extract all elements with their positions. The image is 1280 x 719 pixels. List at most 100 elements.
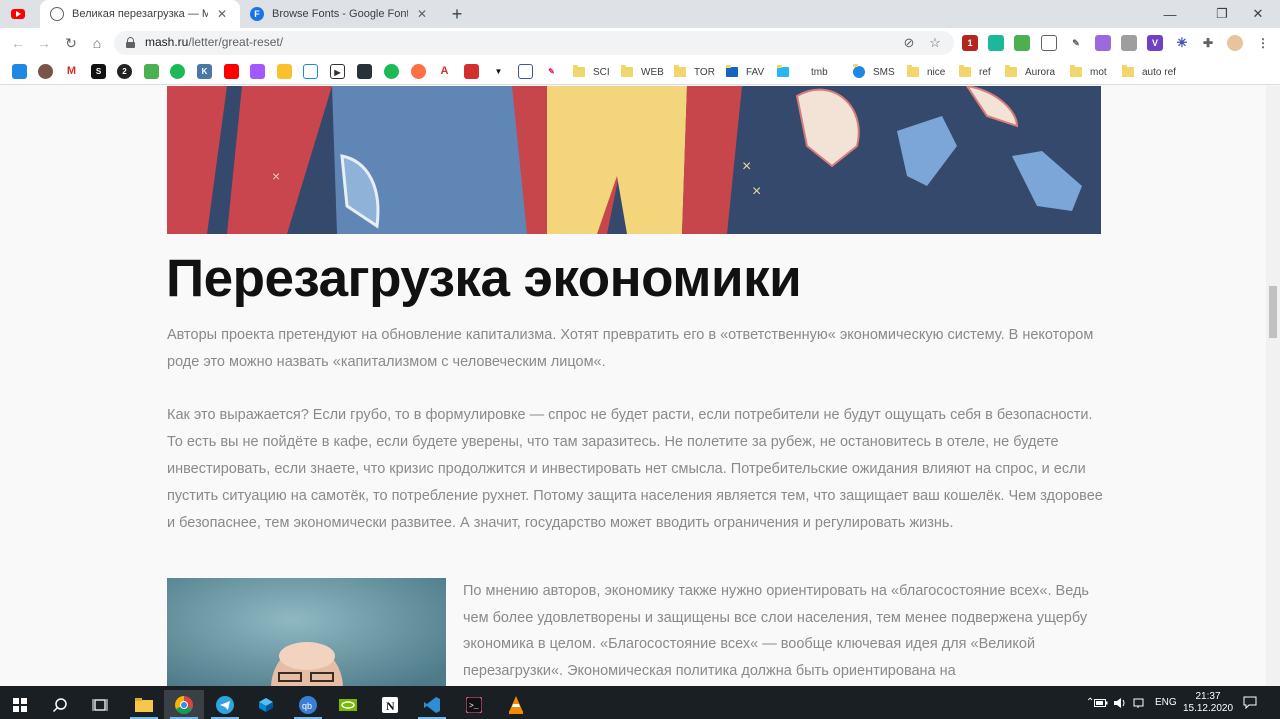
bookmark-icon[interactable]	[277, 64, 292, 79]
google-fonts-icon: F	[250, 7, 264, 21]
extension-icon[interactable]: ✳	[1174, 35, 1190, 51]
bookmark-folder-tor[interactable]: TOR	[674, 63, 715, 81]
spotify-icon[interactable]	[384, 64, 399, 79]
language-indicator[interactable]: ENG	[1155, 686, 1177, 719]
portrait-photo	[167, 578, 446, 686]
scrollbar-thumb[interactable]	[1269, 286, 1277, 338]
new-tab-button[interactable]: +	[446, 3, 468, 25]
clock-date: 15.12.2020	[1182, 702, 1234, 714]
bookmark-icon[interactable]: A	[437, 64, 452, 79]
tab-mash[interactable]: Великая перезагрузка — Mash ✕	[40, 0, 240, 28]
article-photo	[167, 578, 446, 686]
profile-avatar[interactable]	[1227, 35, 1243, 51]
bookmark-icon[interactable]	[464, 64, 479, 79]
qbittorrent-app[interactable]: qb	[288, 690, 328, 719]
tab-google-fonts[interactable]: F Browse Fonts - Google Fonts ✕	[240, 0, 440, 28]
svg-text:×: ×	[272, 168, 280, 184]
bookmark-icon[interactable]	[518, 64, 533, 79]
hero-illustration: × × ×	[167, 86, 1101, 234]
bookmark-icon[interactable]: 2	[117, 64, 132, 79]
vlc-app[interactable]	[496, 690, 536, 719]
forward-button[interactable]: →	[34, 33, 54, 53]
bookmark-icon[interactable]: ✎	[544, 64, 559, 79]
bookmark-icon[interactable]	[38, 64, 53, 79]
spotify-icon[interactable]	[170, 64, 185, 79]
vscode-app[interactable]	[412, 690, 452, 719]
bookmark-folder-auto-ref[interactable]: auto ref	[1122, 63, 1176, 81]
extensions-puzzle-icon[interactable]: ✚	[1200, 35, 1216, 51]
nvidia-icon	[339, 698, 357, 711]
reload-button[interactable]: ↻	[61, 33, 81, 53]
chrome-app[interactable]	[164, 690, 204, 719]
bookmark-icon[interactable]	[357, 64, 372, 79]
url-host: mash.ru	[145, 35, 189, 49]
article-paragraph: По мнению авторов, экономику также нужно…	[463, 583, 1089, 679]
globe-icon	[50, 7, 64, 21]
bookmark-tmb[interactable]: tmb	[777, 63, 828, 81]
folder-icon	[907, 65, 919, 77]
bookmark-icon[interactable]	[411, 64, 426, 79]
bookmark-folder-mot[interactable]: mot	[1070, 63, 1107, 81]
task-view-button[interactable]	[80, 690, 120, 719]
extension-icon[interactable]	[1095, 35, 1111, 51]
cloud-icon[interactable]	[303, 64, 318, 79]
folder-icon	[573, 65, 585, 77]
notifications-icon[interactable]	[1243, 686, 1257, 719]
url-path: /letter/great-reset/	[188, 35, 284, 49]
network-icon[interactable]	[1133, 686, 1147, 719]
extension-badge: 1	[967, 38, 973, 48]
extension-icon[interactable]: V	[1147, 35, 1163, 51]
volume-icon[interactable]	[1113, 686, 1127, 719]
task-view-icon	[92, 698, 108, 711]
extension-icon[interactable]	[988, 35, 1004, 51]
gmail-icon[interactable]: M	[64, 64, 79, 79]
bookmark-icon[interactable]: S	[91, 64, 106, 79]
notion-app[interactable]: N	[370, 690, 410, 719]
battery-icon[interactable]	[1094, 686, 1108, 719]
home-button[interactable]: ⌂	[87, 33, 107, 53]
url-text[interactable]: mash.ru/letter/great-reset/	[145, 35, 283, 49]
r-icon	[726, 65, 738, 77]
extension-icon[interactable]	[1014, 35, 1030, 51]
screenshot-extension-icon[interactable]	[1041, 35, 1057, 51]
file-explorer-app[interactable]	[124, 690, 164, 719]
pinned-tab-youtube[interactable]	[8, 5, 28, 23]
bookmark-folder-aurora[interactable]: Aurora	[1005, 63, 1055, 81]
page-viewport: × × × Перезагрузка экономики Авторы прое…	[0, 86, 1266, 686]
clock[interactable]: 21:37 15.12.2020	[1182, 686, 1234, 719]
notion-icon: N	[382, 696, 398, 713]
tab-close-icon[interactable]: ✕	[414, 7, 430, 21]
tab-close-icon[interactable]: ✕	[214, 7, 230, 21]
bookmark-icon[interactable]	[144, 64, 159, 79]
bookmark-folder-fav[interactable]: FAV	[726, 63, 764, 81]
terminal-app[interactable]: >_	[454, 690, 494, 719]
ublock-extension-icon[interactable]: 1	[962, 35, 978, 51]
bookmark-icon[interactable]	[12, 64, 27, 79]
play-icon[interactable]: ▶	[330, 64, 345, 79]
youtube-icon[interactable]	[224, 64, 239, 79]
extension-icon[interactable]	[1121, 35, 1137, 51]
nvidia-app[interactable]	[328, 690, 368, 719]
bookmark-folder-web[interactable]: WEB	[621, 63, 664, 81]
minimize-button[interactable]: —	[1148, 0, 1192, 28]
address-bar[interactable]: mash.ru/letter/great-reset/ ⊘ ☆	[114, 31, 954, 55]
page-scrollbar[interactable]	[1266, 86, 1280, 686]
eye-off-icon[interactable]: ⊘	[901, 35, 917, 51]
telegram-app[interactable]	[205, 690, 245, 719]
close-window-button[interactable]: ✕	[1236, 0, 1280, 28]
app-launcher[interactable]	[246, 690, 286, 719]
back-button[interactable]: ←	[8, 33, 28, 53]
bookmark-sms[interactable]: SMS	[853, 63, 895, 81]
vk-icon[interactable]: K	[197, 64, 212, 79]
bookmark-icon[interactable]: ▼	[491, 64, 506, 79]
eyedropper-extension-icon[interactable]: ✎	[1068, 35, 1084, 51]
bookmark-star-icon[interactable]: ☆	[927, 35, 943, 51]
figma-icon[interactable]	[250, 64, 265, 79]
bookmark-folder-sci[interactable]: SCI	[573, 63, 610, 81]
lock-icon[interactable]	[126, 37, 135, 48]
bookmark-folder-ref[interactable]: ref	[959, 63, 991, 81]
menu-kebab-icon[interactable]: ⋮	[1255, 35, 1271, 51]
start-button[interactable]	[0, 690, 40, 719]
bookmark-folder-nice[interactable]: nice	[907, 63, 945, 81]
search-button[interactable]	[40, 690, 80, 719]
